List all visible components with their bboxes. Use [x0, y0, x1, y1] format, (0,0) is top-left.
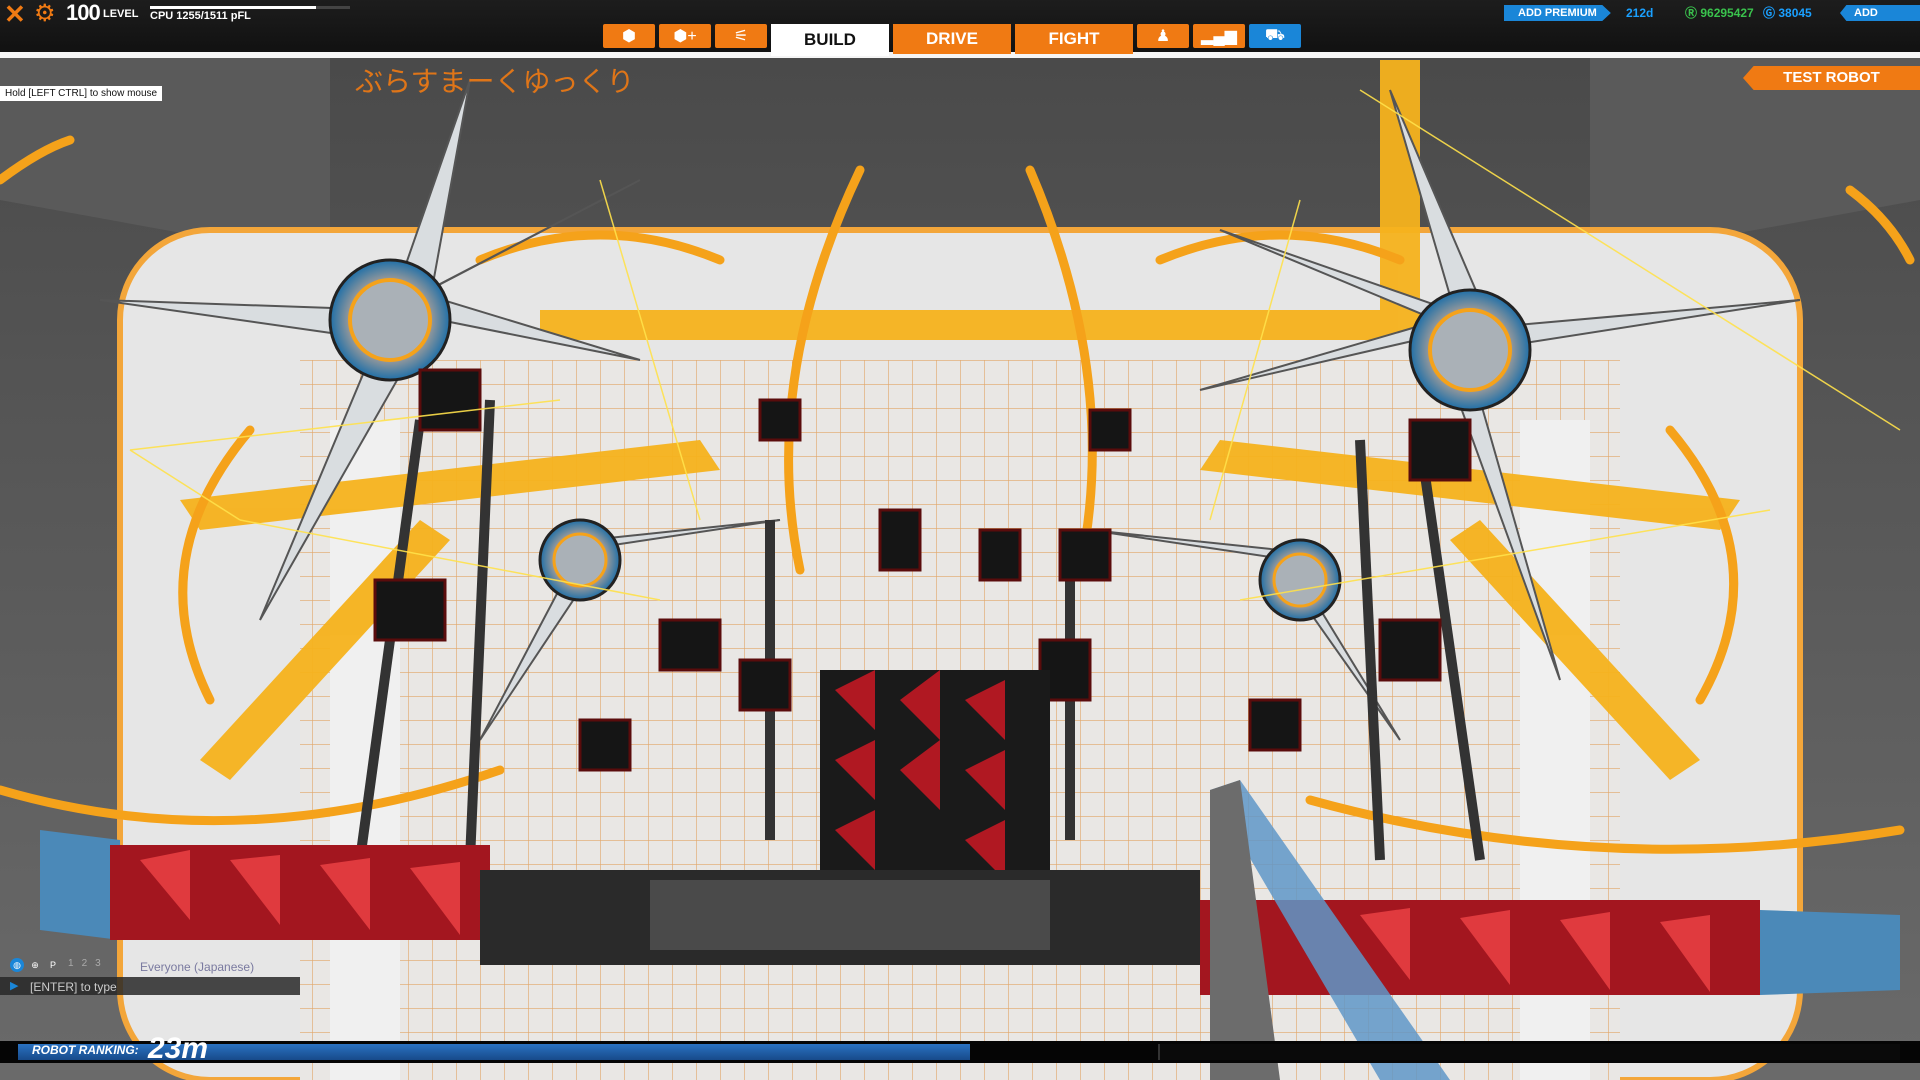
garage-tab-icon[interactable]: ⛟: [1249, 24, 1301, 48]
chat-channel-label: Everyone (Japanese): [140, 960, 255, 974]
premium-days: 212d: [1626, 6, 1654, 20]
chat-tab-3[interactable]: 3: [95, 958, 101, 972]
settings-chat-icon[interactable]: ⊕: [28, 958, 42, 972]
galaxy-cash-value: 38045: [1778, 6, 1812, 20]
chat-tab-2[interactable]: 2: [82, 958, 88, 972]
chat-input-placeholder: [ENTER] to type: [30, 980, 117, 994]
player-level: 100: [66, 0, 101, 25]
robot-ranking-value: 23m: [148, 1032, 209, 1065]
mode-tabs: ⬢ ⬢+ ⚟ BUILD DRIVE FIGHT ♟ ▂▄▆ ⛟: [603, 24, 1301, 56]
globe-icon[interactable]: ◍: [10, 958, 24, 972]
build-scene: [0, 58, 1920, 1080]
tab-fight[interactable]: FIGHT: [1015, 24, 1133, 54]
robits-balance: Ⓡ 96295427: [1685, 5, 1754, 21]
cpu-progress-bar: [150, 6, 350, 9]
chat-tab-1[interactable]: 1: [68, 958, 74, 972]
close-icon[interactable]: ✕: [4, 1, 28, 27]
robits-icon: Ⓡ: [1685, 6, 1701, 20]
stats-tab-icon[interactable]: ▂▄▆: [1193, 24, 1245, 48]
galaxy-cash-balance: Ⓖ 38045: [1763, 5, 1812, 21]
weapon-tab-icon[interactable]: ⚟: [715, 24, 767, 48]
add-funds-button[interactable]: ADD FUNDS: [1840, 5, 1920, 21]
cpu-progress-fill: [150, 6, 316, 9]
party-chat-icon[interactable]: P: [46, 958, 60, 972]
tab-drive[interactable]: DRIVE: [893, 24, 1011, 54]
cpu-readout: CPU 1255/1511 pFL: [150, 10, 251, 22]
chat-controls: ◍ ⊕ P 1 2 3: [10, 958, 101, 972]
add-cube-tab-icon[interactable]: ⬢+: [659, 24, 711, 48]
galaxy-cash-icon: Ⓖ: [1763, 6, 1779, 20]
tab-build[interactable]: BUILD: [771, 24, 889, 56]
cube-tab-icon[interactable]: ⬢: [603, 24, 655, 48]
robot-ranking-label: ROBOT RANKING:: [32, 1043, 139, 1057]
robot-ranking-track: [1158, 1044, 1900, 1060]
test-robot-button[interactable]: TEST ROBOT: [1743, 66, 1920, 90]
level-label: LEVEL: [103, 8, 139, 20]
robits-value: 96295427: [1700, 6, 1754, 20]
profile-tab-icon[interactable]: ♟: [1137, 24, 1189, 48]
mouse-hint: Hold [LEFT CTRL] to show mouse: [0, 86, 163, 101]
robot-ranking-bar: [0, 1041, 1920, 1063]
chat-prompt-icon: ▶: [10, 980, 19, 992]
add-premium-button[interactable]: ADD PREMIUM: [1504, 5, 1611, 21]
chat-input[interactable]: ▶ [ENTER] to type: [0, 977, 300, 995]
robot-name-text: ぶらすまーくゆっくり: [355, 66, 635, 97]
game-screen: ✕ ⚙ 100 LEVEL CPU 1255/1511 pFL ⬢ ⬢+ ⚟ B…: [0, 0, 1920, 1080]
gear-icon[interactable]: ⚙: [34, 2, 58, 26]
